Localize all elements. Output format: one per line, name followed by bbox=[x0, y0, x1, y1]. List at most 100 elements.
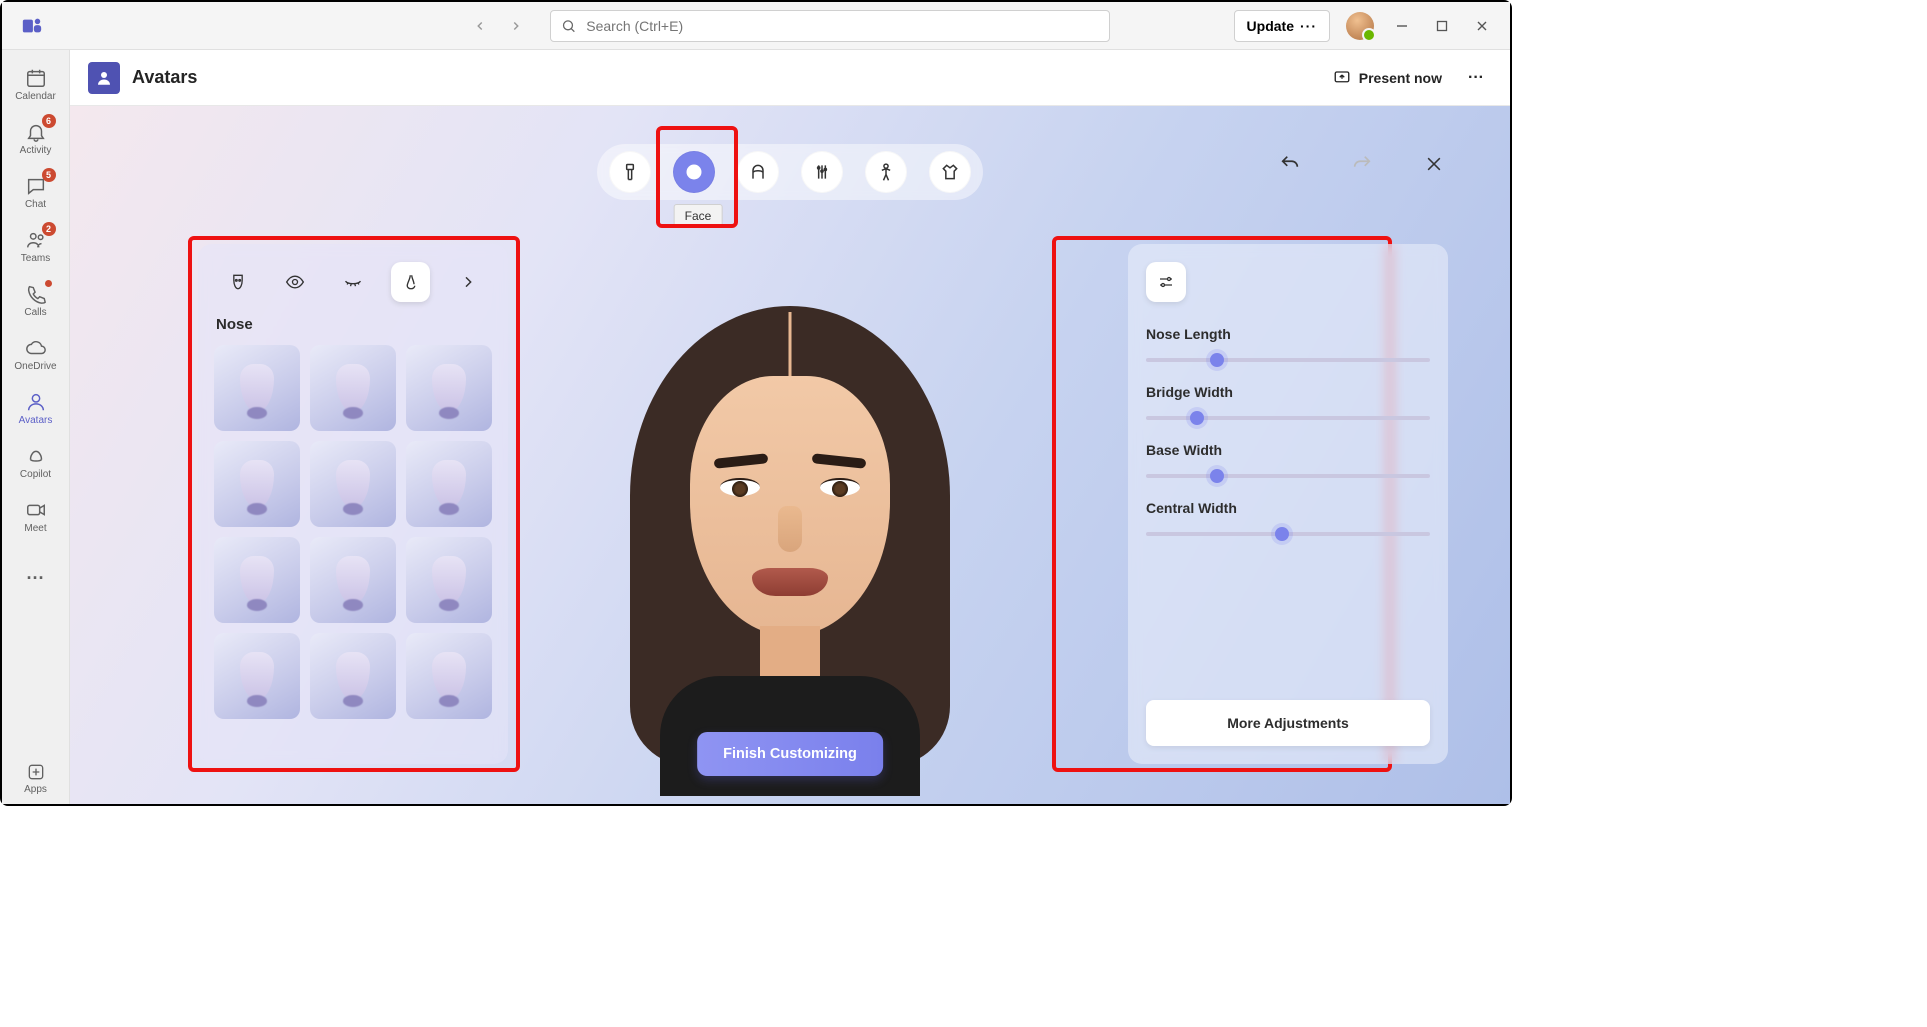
slider-track[interactable] bbox=[1146, 416, 1430, 420]
nav-forward-button[interactable] bbox=[502, 12, 530, 40]
nose-option-thumbnail[interactable] bbox=[310, 345, 396, 431]
nose-option-thumbnail[interactable] bbox=[214, 633, 300, 719]
feature-tab-eyes[interactable] bbox=[276, 262, 316, 302]
notification-badge: 2 bbox=[42, 222, 56, 236]
slider-thumb[interactable] bbox=[1210, 353, 1224, 367]
more-icon bbox=[460, 274, 476, 290]
nose-option-thumbnail[interactable] bbox=[214, 441, 300, 527]
figure-icon bbox=[876, 162, 896, 182]
nav-back-button[interactable] bbox=[466, 12, 494, 40]
category-face-button[interactable] bbox=[673, 151, 715, 193]
wardrobe-icon bbox=[940, 162, 960, 182]
face-shape-icon bbox=[228, 272, 248, 292]
rail-item-avatars[interactable]: Avatars bbox=[6, 382, 66, 434]
stage-action-bar bbox=[1276, 150, 1448, 178]
slider-thumb[interactable] bbox=[1210, 469, 1224, 483]
finish-customizing-label: Finish Customizing bbox=[723, 746, 857, 762]
feature-tab-face-shape[interactable] bbox=[218, 262, 258, 302]
rail-item-label: OneDrive bbox=[14, 361, 56, 372]
rail-item-onedrive[interactable]: OneDrive bbox=[6, 328, 66, 380]
slider-label: Bridge Width bbox=[1146, 384, 1430, 400]
rail-item-calls[interactable]: Calls bbox=[6, 274, 66, 326]
feature-tab-row bbox=[212, 258, 494, 306]
slider-nose-length: Nose Length bbox=[1146, 326, 1430, 362]
rail-item-meet[interactable]: Meet bbox=[6, 490, 66, 542]
feature-tab-more[interactable] bbox=[448, 262, 488, 302]
feature-selector-panel: Nose bbox=[198, 244, 508, 764]
nose-icon bbox=[402, 272, 420, 292]
rail-item-activity[interactable]: Activity6 bbox=[6, 112, 66, 164]
adjustments-icon bbox=[1146, 262, 1186, 302]
slider-thumb[interactable] bbox=[1275, 527, 1289, 541]
app-rail: Calendar Activity6Chat5 Teams 2 Calls OneDriv… bbox=[2, 50, 70, 804]
rail-item-label: Calls bbox=[24, 307, 46, 318]
nose-option-thumbnail[interactable] bbox=[214, 537, 300, 623]
calendar-icon bbox=[25, 67, 47, 89]
redo-button[interactable] bbox=[1348, 150, 1376, 178]
category-makeup-button[interactable] bbox=[801, 151, 843, 193]
user-avatar[interactable] bbox=[1346, 12, 1374, 40]
rail-apps-button[interactable]: Apps bbox=[6, 752, 66, 804]
body-icon bbox=[620, 162, 640, 182]
category-hair-button[interactable] bbox=[737, 151, 779, 193]
nose-option-thumbnail[interactable] bbox=[310, 441, 396, 527]
rail-item-label: Teams bbox=[21, 253, 50, 264]
search-box[interactable] bbox=[550, 10, 1110, 42]
nose-option-thumbnail[interactable] bbox=[406, 441, 492, 527]
finish-customizing-button[interactable]: Finish Customizing bbox=[697, 732, 883, 776]
face-icon bbox=[684, 162, 704, 182]
nose-option-thumbnail[interactable] bbox=[310, 633, 396, 719]
slider-bridge-width: Bridge Width bbox=[1146, 384, 1430, 420]
slider-track[interactable] bbox=[1146, 358, 1430, 362]
undo-button[interactable] bbox=[1276, 150, 1304, 178]
page-header: Avatars Present now ··· bbox=[70, 50, 1510, 106]
window-close-button[interactable] bbox=[1462, 6, 1502, 46]
slider-thumb[interactable] bbox=[1190, 411, 1204, 425]
slider-track[interactable] bbox=[1146, 532, 1430, 536]
rail-item-teams[interactable]: Teams 2 bbox=[6, 220, 66, 272]
rail-item-chat[interactable]: Chat5 bbox=[6, 166, 66, 218]
rail-item-calendar[interactable]: Calendar bbox=[6, 58, 66, 110]
rail-item-label: Calendar bbox=[15, 91, 56, 102]
nose-option-thumbnail[interactable] bbox=[406, 633, 492, 719]
person-icon bbox=[25, 391, 47, 413]
feature-tab-lashes[interactable] bbox=[333, 262, 373, 302]
search-input[interactable] bbox=[586, 18, 1099, 34]
nose-thumbnail-grid bbox=[212, 345, 494, 719]
slider-label: Base Width bbox=[1146, 442, 1430, 458]
nose-option-thumbnail[interactable] bbox=[214, 345, 300, 431]
cloud-icon bbox=[25, 337, 47, 359]
update-button[interactable]: Update ··· bbox=[1234, 10, 1330, 42]
notification-dot bbox=[45, 280, 52, 287]
rail-item-copilot[interactable]: Copilot bbox=[6, 436, 66, 488]
category-wardrobe-button[interactable] bbox=[929, 151, 971, 193]
slider-label: Central Width bbox=[1146, 500, 1430, 516]
share-screen-icon bbox=[1333, 69, 1351, 87]
eyes-icon bbox=[284, 272, 306, 292]
rail-more-button[interactable]: ··· bbox=[6, 552, 66, 604]
header-more-button[interactable]: ··· bbox=[1460, 62, 1492, 94]
phone-icon bbox=[25, 283, 47, 305]
feature-tab-nose[interactable] bbox=[391, 262, 431, 302]
avatar-stage: Face Nose Nose LengthBridge WidthBase Wi… bbox=[70, 106, 1510, 804]
nose-option-thumbnail[interactable] bbox=[406, 537, 492, 623]
lashes-icon bbox=[342, 272, 364, 292]
rail-item-label: Avatars bbox=[19, 415, 53, 426]
category-figure-button[interactable] bbox=[865, 151, 907, 193]
more-adjustments-button[interactable]: More Adjustments bbox=[1146, 700, 1430, 746]
avatar-preview bbox=[590, 296, 990, 766]
hair-icon bbox=[748, 162, 768, 182]
window-minimize-button[interactable] bbox=[1382, 6, 1422, 46]
nose-option-thumbnail[interactable] bbox=[310, 537, 396, 623]
slider-base-width: Base Width bbox=[1146, 442, 1430, 478]
close-editor-button[interactable] bbox=[1420, 150, 1448, 178]
slider-track[interactable] bbox=[1146, 474, 1430, 478]
nose-option-thumbnail[interactable] bbox=[406, 345, 492, 431]
present-now-button[interactable]: Present now bbox=[1323, 63, 1452, 93]
present-now-label: Present now bbox=[1359, 70, 1442, 86]
category-body-button[interactable] bbox=[609, 151, 651, 193]
window-maximize-button[interactable] bbox=[1422, 6, 1462, 46]
slider-central-width: Central Width bbox=[1146, 500, 1430, 536]
adjustments-panel: Nose Length Bridge Width Base Width Central… bbox=[1128, 244, 1448, 764]
feature-panel-title: Nose bbox=[216, 316, 490, 333]
